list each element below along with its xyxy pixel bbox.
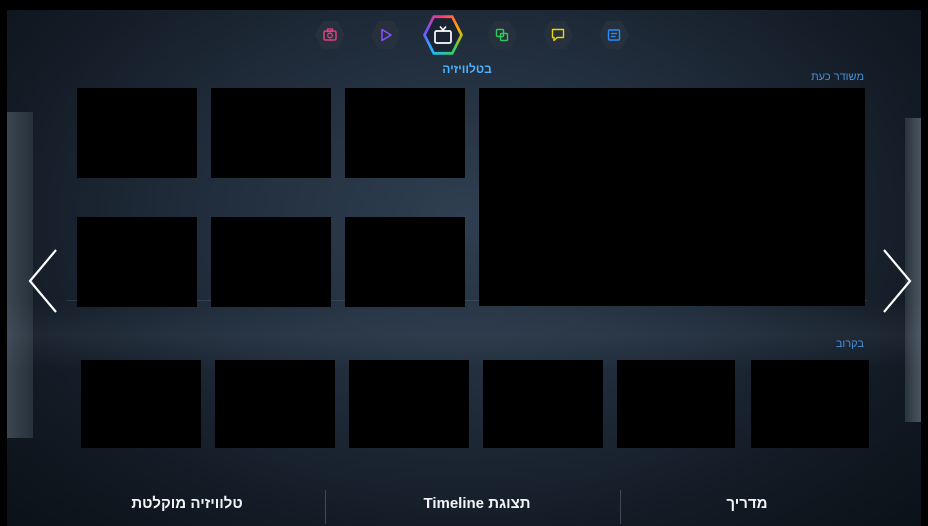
web-browser-icon[interactable] — [599, 20, 629, 50]
coming-up-tile[interactable] — [617, 360, 735, 448]
on-now-featured-tile[interactable] — [479, 88, 865, 306]
chevron-right-icon[interactable] — [879, 246, 915, 316]
coming-up-tile[interactable] — [349, 360, 469, 448]
on-now-label: משודר כעת — [811, 71, 864, 83]
hub-title: בטלוויזיה — [442, 62, 492, 76]
chevron-left-icon[interactable] — [25, 246, 61, 316]
on-now-tile[interactable] — [211, 217, 331, 307]
photo-camera-icon[interactable] — [315, 20, 345, 50]
bottom-menu: טלוויזיה מוקלטת תצוגת Timeline מדריך — [7, 480, 921, 526]
chat-icon[interactable] — [543, 20, 573, 50]
coming-up-tile[interactable] — [751, 360, 869, 448]
coming-up-tile[interactable] — [215, 360, 335, 448]
coming-up-tile[interactable] — [483, 360, 603, 448]
on-now-tile[interactable] — [345, 217, 465, 307]
guide-button[interactable]: מדריך — [687, 490, 807, 516]
on-now-tile[interactable] — [211, 88, 331, 178]
hub-icon-bar — [315, 14, 635, 56]
on-now-tile[interactable] — [77, 217, 197, 307]
on-now-tile[interactable] — [77, 88, 197, 178]
recorded-tv-button[interactable]: טלוויזיה מוקלטת — [97, 490, 277, 516]
divider — [620, 490, 621, 524]
multiscreen-icon[interactable] — [487, 20, 517, 50]
coming-up-label: בקרוב — [835, 338, 864, 350]
coming-up-tile[interactable] — [81, 360, 201, 448]
timeline-view-button[interactable]: תצוגת Timeline — [357, 490, 597, 516]
divider — [325, 490, 326, 524]
tv-icon[interactable] — [423, 14, 463, 56]
on-now-tile[interactable] — [345, 88, 465, 178]
play-icon[interactable] — [371, 20, 401, 50]
smart-hub-screen: בטלוויזיה משודר כעת בקרוב טלוויזיה מוקלט… — [7, 10, 921, 526]
